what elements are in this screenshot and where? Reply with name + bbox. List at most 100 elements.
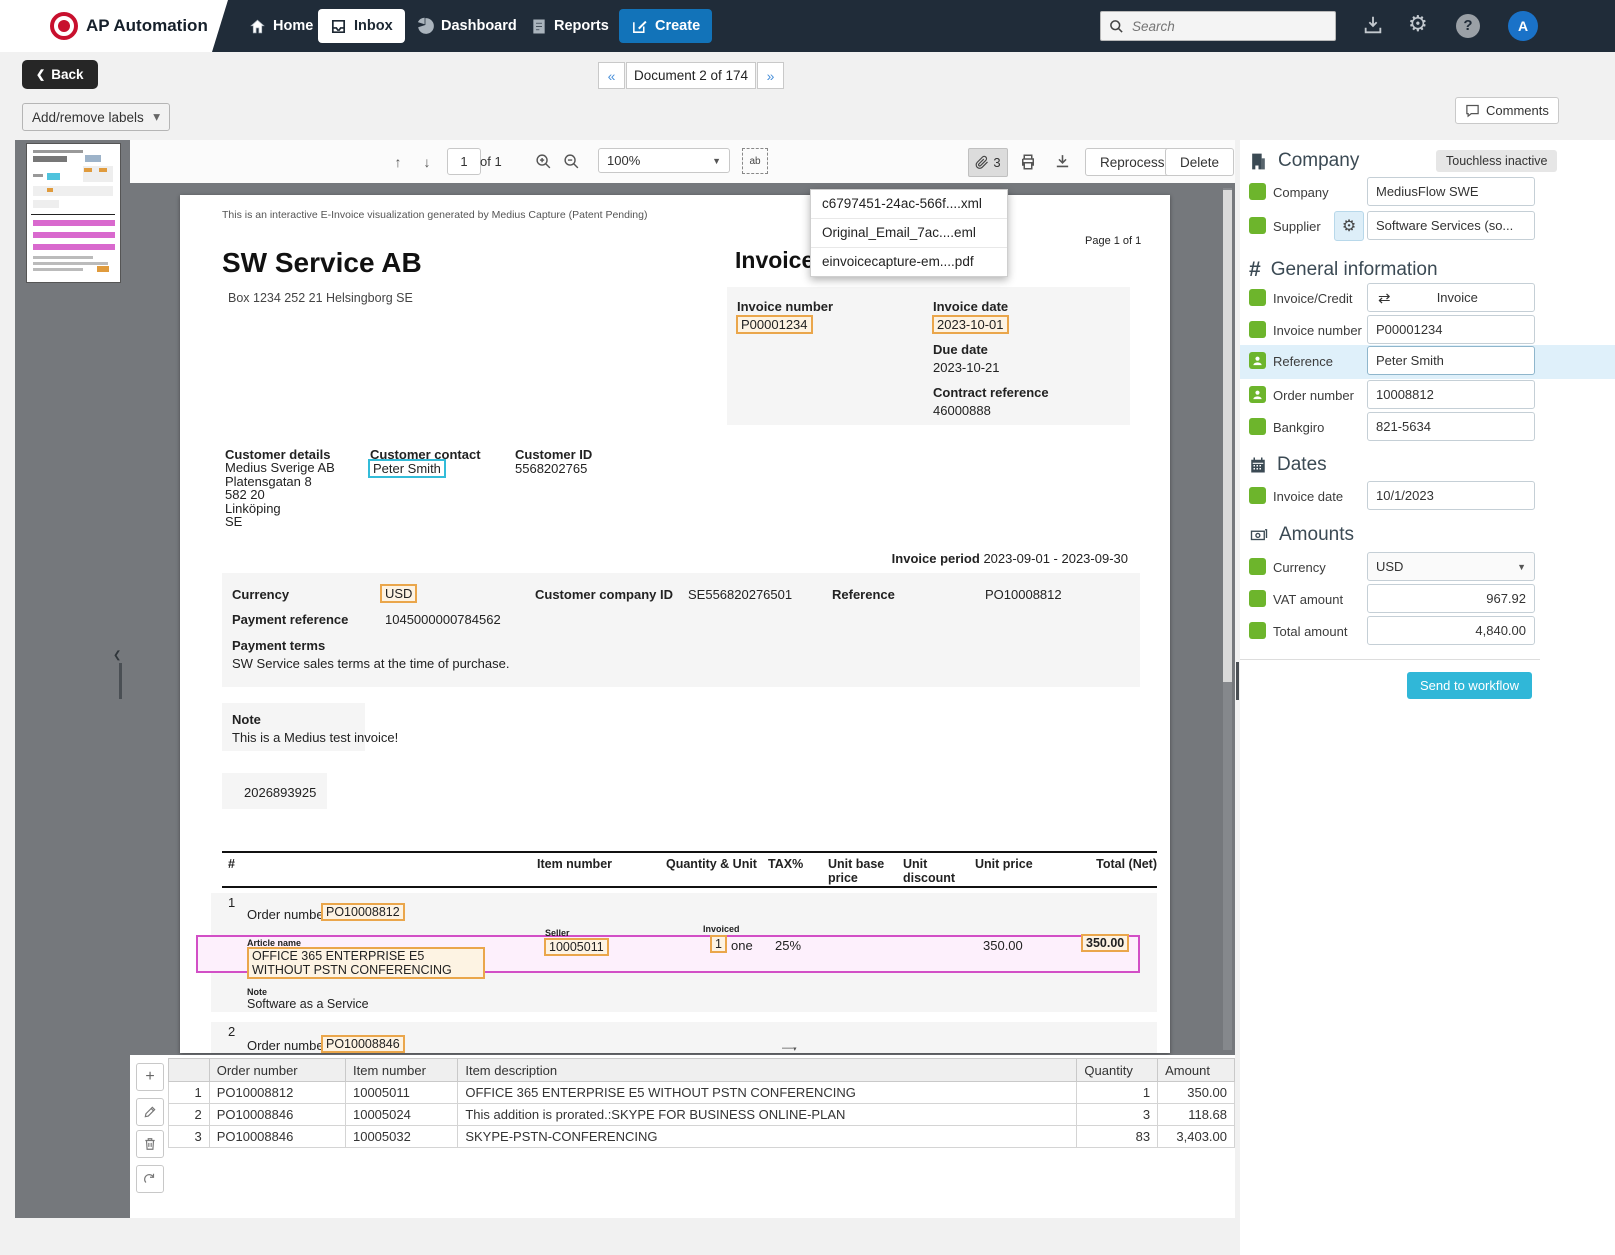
payment-terms-label: Payment terms [232, 638, 325, 653]
nav-create[interactable]: Create [619, 9, 712, 43]
attachments-button[interactable]: 3 [968, 148, 1008, 177]
reports-icon [531, 18, 547, 35]
zoom-level-select[interactable]: 100% ▼ [598, 148, 730, 173]
calendar-icon [1249, 456, 1267, 474]
currency-select[interactable]: USD ▼ [1367, 552, 1535, 581]
building-icon [1249, 152, 1268, 171]
zoom-out-icon[interactable] [558, 148, 584, 175]
nav-inbox[interactable]: Inbox [318, 9, 405, 43]
page-thumbnail[interactable] [26, 143, 121, 283]
settings-gear-icon[interactable]: ⚙ [1408, 11, 1428, 37]
currency-field-label: Currency [1273, 560, 1326, 575]
nav-home[interactable]: Home [237, 9, 325, 43]
attachment-item[interactable]: c6797451-24ac-566f....xml [811, 190, 1007, 219]
table-header-row: Order number Item number Item descriptio… [169, 1059, 1235, 1082]
nav-reports[interactable]: Reports [519, 9, 621, 43]
left-splitter-handle[interactable] [119, 663, 122, 699]
invoice-date-field-label: Invoice date [1273, 489, 1343, 504]
home-icon [249, 18, 266, 35]
field-status-icon [1249, 321, 1266, 338]
currency-capture[interactable]: USD [380, 584, 417, 603]
capture-banner: This is an interactive E-Invoice visuali… [222, 209, 647, 221]
document-viewer: This is an interactive E-Invoice visuali… [130, 183, 1235, 1055]
search-box[interactable] [1100, 11, 1336, 41]
supplier-input[interactable] [1367, 211, 1535, 240]
help-icon[interactable]: ? [1456, 14, 1480, 38]
invoice-number-input[interactable] [1367, 315, 1535, 344]
payment-terms-value: SW Service sales terms at the time of pu… [232, 656, 509, 671]
invoice-credit-toggle[interactable]: ⇄ Invoice [1367, 283, 1535, 312]
prev-document-button[interactable]: « [598, 62, 625, 89]
table-row[interactable]: 3PO10008846 10005032SKYPE-PSTN-CONFERENC… [169, 1126, 1235, 1148]
add-remove-labels-button[interactable]: Add/remove labels ▾ [22, 103, 170, 131]
app-grid-icon[interactable] [13, 15, 40, 38]
right-splitter-handle[interactable] [1236, 662, 1239, 700]
zoom-in-icon[interactable] [530, 148, 556, 175]
gear-icon: ⚙ [1342, 216, 1356, 236]
back-button[interactable]: ❮ Back [22, 60, 98, 89]
comments-button[interactable]: Comments [1455, 97, 1559, 124]
header-amount[interactable]: Amount [1158, 1059, 1235, 1082]
text-select-tool-icon[interactable]: ab [742, 148, 768, 174]
send-to-workflow-button[interactable]: Send to workflow [1407, 672, 1532, 699]
invoice-date-input[interactable] [1367, 481, 1535, 510]
line-1-order-capture[interactable]: PO10008812 [321, 903, 405, 921]
viewer-scrollbar[interactable] [1223, 188, 1232, 1050]
bankgiro-input[interactable] [1367, 412, 1535, 441]
company-input[interactable] [1367, 177, 1535, 206]
line-note-value: Software as a Service [247, 997, 369, 1011]
panel-divider [1240, 659, 1540, 660]
invoice-number-capture[interactable]: P00001234 [736, 315, 813, 334]
seller-capture[interactable]: 10005011 [544, 938, 609, 956]
total-capture[interactable]: 350.00 [1081, 934, 1129, 952]
order-number-input[interactable] [1367, 380, 1535, 409]
attachment-item[interactable]: einvoicecapture-em....pdf [811, 248, 1007, 276]
print-icon[interactable] [1014, 148, 1042, 175]
header-item-description[interactable]: Item description [458, 1059, 1077, 1082]
amounts-section-title: Amounts [1249, 524, 1354, 546]
line-items-panel: —▾ + Order number Item number Item descr… [130, 1055, 1235, 1218]
attachment-item[interactable]: Original_Email_7ac....eml [811, 219, 1007, 248]
supplier-settings-button[interactable]: ⚙ [1334, 211, 1364, 241]
edit-row-button[interactable] [136, 1098, 164, 1126]
next-document-button[interactable]: » [757, 62, 784, 89]
total-amount-input[interactable] [1367, 616, 1535, 645]
table-row[interactable]: 1PO10008812 10005011OFFICE 365 ENTERPRIS… [169, 1082, 1235, 1104]
field-status-icon [1249, 217, 1266, 234]
collapse-thumbnails-icon[interactable]: ❮ [113, 650, 121, 661]
person-field-icon [1249, 352, 1266, 369]
vat-amount-input[interactable] [1367, 584, 1535, 613]
export-icon[interactable] [1362, 14, 1384, 36]
line-2-order-capture[interactable]: PO10008846 [321, 1035, 405, 1053]
reference-input[interactable] [1367, 346, 1535, 375]
header-item-number[interactable]: Item number [345, 1059, 457, 1082]
invoiced-capture[interactable]: 1 [710, 935, 727, 953]
article-name-capture[interactable]: OFFICE 365 ENTERPRISE E5 WITHOUT PSTN CO… [247, 947, 485, 979]
search-input[interactable] [1130, 18, 1314, 35]
customer-contact-capture[interactable]: Peter Smith [368, 459, 446, 478]
avatar[interactable]: A [1508, 11, 1538, 41]
bankgiro-field-label: Bankgiro [1273, 420, 1324, 435]
page-number-input[interactable] [447, 148, 481, 175]
payment-reference-label: Payment reference [232, 612, 348, 627]
panel-resize-handle[interactable]: —▾ [782, 1046, 808, 1053]
line-2-order-label: Order number [247, 1038, 328, 1053]
next-page-icon[interactable]: ↓ [414, 148, 440, 175]
reprocess-rows-button[interactable] [136, 1165, 164, 1193]
header-quantity[interactable]: Quantity [1077, 1059, 1158, 1082]
order-number-row: Order number [1240, 379, 1615, 411]
nav-dashboard[interactable]: Dashboard [404, 9, 529, 43]
seller-label: Seller [545, 928, 570, 938]
company-section-title: Company [1249, 150, 1359, 172]
header-order-number[interactable]: Order number [209, 1059, 345, 1082]
invoice-date-capture[interactable]: 2023-10-01 [932, 315, 1009, 334]
prev-page-icon[interactable]: ↑ [385, 148, 411, 175]
download-document-icon[interactable] [1048, 148, 1076, 175]
swap-icon: ⇄ [1368, 289, 1401, 307]
vat-amount-row: VAT amount [1240, 583, 1615, 615]
delete-row-button[interactable] [136, 1130, 164, 1158]
delete-button[interactable]: Delete [1165, 148, 1234, 176]
table-row[interactable]: 2PO10008846 10005024This addition is pro… [169, 1104, 1235, 1126]
inbox-icon [330, 18, 347, 35]
add-row-button[interactable]: + [136, 1063, 164, 1091]
